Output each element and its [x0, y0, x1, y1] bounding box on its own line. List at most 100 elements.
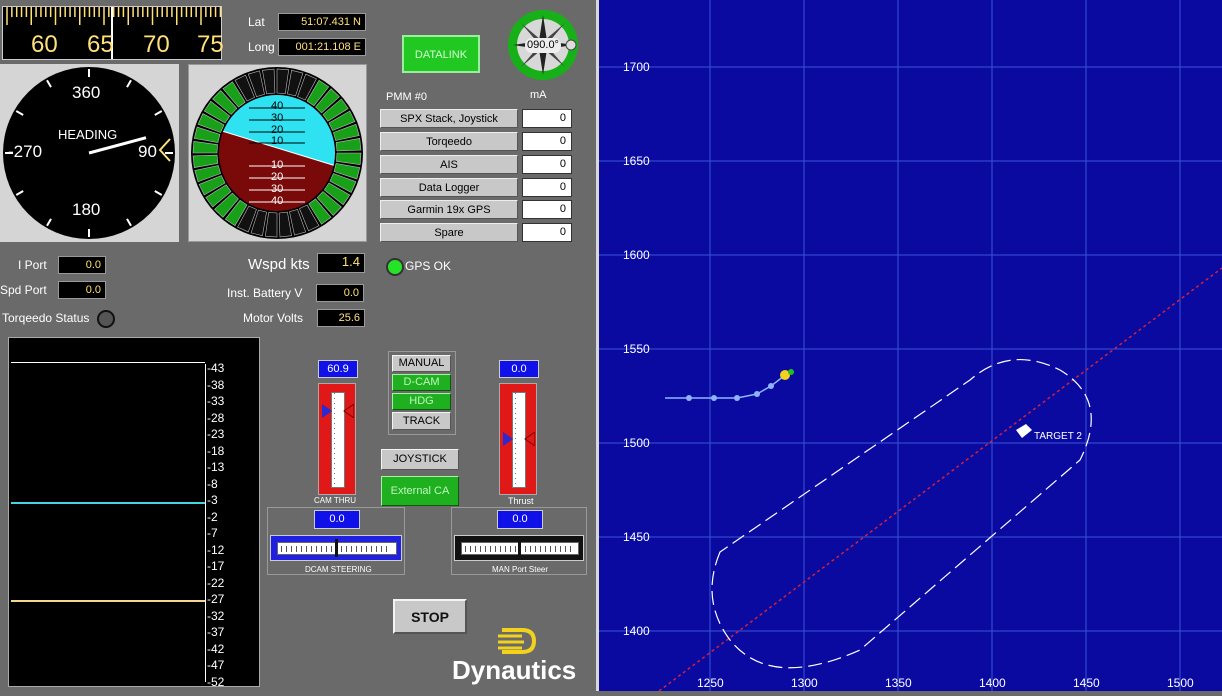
scale-tick-label: -32	[207, 608, 225, 623]
lat-value: 51:07.431 N	[278, 13, 366, 31]
heading-gauge: 360 -270 90 180 HEADING	[0, 64, 179, 242]
pmm-row-spx[interactable]: SPX Stack, Joystick Modem	[380, 109, 518, 144]
map-x-tick-label: 1400	[979, 676, 1006, 690]
brand-name: Dynautics	[452, 655, 577, 685]
tape-label-75: 75	[197, 31, 224, 58]
scale-tick-label: -27	[207, 592, 225, 606]
scale-tick-label: -23	[207, 427, 225, 441]
pmm-title: PMM #0	[386, 91, 427, 103]
torqeedo-status-led	[97, 310, 115, 328]
control-panel: 60 65 70 75 Lat 51:07.431 N Long 001:21.…	[0, 0, 596, 691]
man-steer-slider[interactable]	[454, 535, 584, 561]
scale-panel: -43 -38 -33 -28 -23 -18 -13 -8 -3 -2 -7 -12 -17 -22 -2…	[8, 337, 260, 689]
tape-label-60: 60	[31, 31, 58, 58]
datalink-button[interactable]: DATALINK	[402, 35, 480, 73]
scale-tick-label: -52	[207, 674, 225, 689]
thrust-pointer[interactable]	[503, 432, 535, 446]
att-dn-40: 40	[271, 195, 284, 207]
pmm-row-data-logger[interactable]: Data Logger	[380, 178, 518, 197]
map-x-tick-label: 1300	[791, 676, 818, 690]
motor-volts-label: Motor Volts	[243, 311, 304, 325]
heading-n: 360	[72, 83, 101, 102]
scale-tick-label: -8	[207, 476, 218, 491]
spd-port-value: 0.0	[58, 281, 106, 299]
gps-status-label: GPS OK	[405, 259, 452, 273]
external-ca-button[interactable]: External CA	[381, 476, 459, 506]
man-steer-label: MAN Port Steer	[492, 565, 549, 574]
map-y-tick-label: 1500	[623, 436, 650, 450]
dcam-steering-pointer[interactable]	[335, 539, 338, 557]
i-port-value: 0.0	[58, 256, 106, 274]
pmm-value-torqeedo: 0	[522, 132, 572, 151]
att-up-30: 30	[271, 112, 284, 124]
thrust-slider[interactable]	[499, 383, 537, 495]
mode-track-button[interactable]: TRACK	[392, 412, 451, 430]
scale-tick-label: -3	[207, 493, 218, 507]
scale-axis	[205, 364, 206, 682]
map-y-tick-label: 1650	[623, 154, 650, 168]
map-x-tick-label: 1450	[1073, 676, 1100, 690]
dynautics-logo-icon	[498, 628, 537, 654]
scale-tick-label: -7	[207, 526, 218, 540]
pmm-row-ais[interactable]: AIS	[380, 155, 518, 174]
pmm-row-garmin[interactable]: Garmin 19x GPS	[380, 200, 518, 219]
map-x-tick-label: 1350	[885, 676, 912, 690]
scale-tick-label: -33	[207, 394, 225, 408]
scale-tick-label: -37	[207, 625, 225, 639]
torqeedo-status-label: Torqeedo Status	[2, 311, 90, 325]
scale-tick-label: -43	[207, 361, 225, 375]
pmm-value-data-logger: 0	[522, 178, 572, 197]
mode-manual-button[interactable]: MANUAL	[392, 355, 451, 372]
map-y-tick-label: 1450	[623, 530, 650, 544]
scale-tick-label: -13	[207, 460, 225, 474]
wspd-value: 1.4	[317, 253, 365, 273]
map-canvas[interactable]	[599, 0, 1222, 692]
attitude-indicator: 40 30 20 10 10 20 30 40	[188, 64, 367, 242]
pmm-value-spx: 0	[522, 109, 572, 128]
dcam-thrust-value: 60.9	[318, 360, 358, 378]
map-y-tick-label: 1700	[623, 60, 650, 74]
mode-hdg-button[interactable]: HDG	[392, 393, 451, 410]
att-dn-30: 30	[271, 183, 284, 195]
dcam-thrust-pointer[interactable]	[322, 404, 354, 418]
battery-label: Inst. Battery V	[227, 286, 303, 300]
scale-tick-label: -42	[207, 641, 225, 656]
attitude-dial	[191, 67, 363, 239]
heading-label: HEADING	[58, 127, 118, 142]
dcam-steering-slider[interactable]	[270, 535, 402, 561]
man-steer-pointer[interactable]	[518, 539, 521, 557]
dcam-steering-value: 0.0	[314, 510, 360, 529]
scale-tick-label: -17	[207, 559, 225, 573]
tape-label-70: 70	[143, 31, 170, 58]
pmm-unit: mA	[530, 89, 547, 101]
scale-tick-label: -38	[207, 377, 225, 392]
stop-button[interactable]: STOP	[393, 599, 467, 634]
joystick-button[interactable]: JOYSTICK	[381, 449, 459, 470]
scale-tick-label: -22	[207, 575, 225, 590]
pmm-row-spare[interactable]: Spare	[380, 223, 518, 242]
lat-label: Lat	[248, 15, 265, 29]
scale-tick-label: -28	[207, 410, 225, 425]
pmm-value-spare: 0	[522, 223, 572, 242]
target-label: TARGET 2	[1034, 431, 1082, 442]
scale-tick-label: -12	[207, 542, 225, 557]
att-dn-10: 10	[271, 159, 284, 171]
dcam-thrust-slider[interactable]	[318, 383, 356, 495]
pmm-value-ais: 0	[522, 155, 572, 174]
compass-rose: 090.0°	[507, 9, 579, 81]
map-x-tick-label: 1250	[697, 676, 724, 690]
map-x-tick-label: 1500	[1167, 676, 1194, 690]
dcam-steering-label: DCAM STEERING	[305, 565, 372, 574]
map-y-tick-label: 1600	[623, 248, 650, 262]
heading-tape: 60 65 70 75	[2, 6, 224, 60]
pmm-row-torqeedo[interactable]: Torqeedo	[380, 132, 518, 151]
long-label: Long	[248, 40, 275, 54]
scale-tick-label: -47	[207, 658, 225, 672]
map-background	[599, 0, 1222, 691]
map-view[interactable]: TARGET 2 1700 1650 1600 1550 1500 1450 1400 12…	[599, 0, 1222, 692]
att-dn-20: 20	[271, 171, 284, 183]
man-steer-value: 0.0	[497, 510, 543, 529]
tape-label-65: 65	[87, 31, 114, 58]
mode-dcam-button[interactable]: D-CAM	[392, 374, 451, 391]
map-y-tick-label: 1550	[623, 342, 650, 356]
